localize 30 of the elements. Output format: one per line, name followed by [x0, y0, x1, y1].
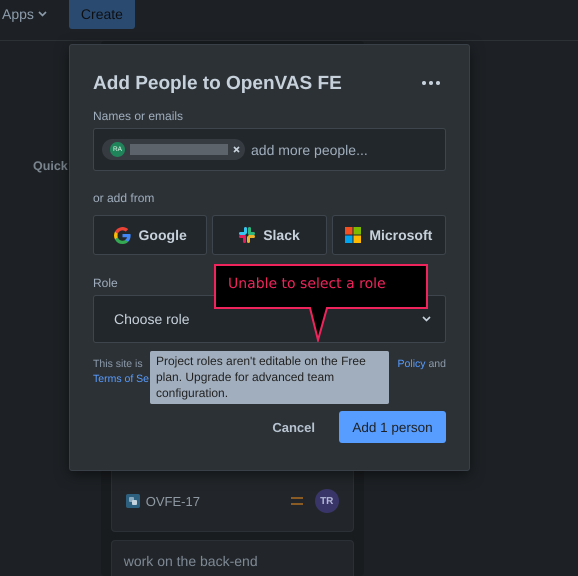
- issue-card[interactable]: work on the back-end: [110, 540, 354, 576]
- add-people-input[interactable]: add more people...: [249, 140, 437, 158]
- issue-key: OVFE-17: [146, 494, 200, 508]
- field-label: or add from: [93, 191, 154, 205]
- chevron-down-icon: [422, 316, 431, 322]
- terms-link[interactable]: Terms of Se: [93, 373, 150, 385]
- assignee-avatar: TR: [314, 489, 339, 513]
- apps-menu[interactable]: Apps: [0, 0, 47, 22]
- notice-text: and: [428, 358, 446, 370]
- policy-link[interactable]: Policy: [398, 358, 426, 370]
- callout-text: Unable to select a role: [228, 276, 386, 292]
- subtask-icon: [126, 494, 140, 508]
- cancel-button[interactable]: Cancel: [260, 411, 327, 443]
- google-icon: [114, 226, 131, 244]
- provider-button[interactable]: Slack: [212, 215, 327, 255]
- microsoft-icon: [345, 227, 362, 243]
- card-title: work on the back-end: [124, 553, 258, 569]
- close-icon[interactable]: [233, 146, 240, 153]
- chevron-down-icon: [38, 11, 47, 17]
- field-label: Names or emails: [93, 109, 184, 123]
- add-button[interactable]: Add 1 person: [339, 411, 446, 443]
- dialog-title: Add People to OpenVAS FE: [93, 73, 342, 95]
- priority-icon: [290, 497, 303, 505]
- section-heading: Quick: [33, 159, 68, 175]
- provider-button[interactable]: Microsoft: [332, 215, 446, 255]
- tooltip: Project roles aren't editable on the Free plan. Upgrade for advanced team configuration.: [150, 351, 389, 404]
- slack-icon: [239, 227, 256, 243]
- provider-button[interactable]: Google: [93, 215, 208, 255]
- field-label: Role: [93, 276, 118, 290]
- notice-text: This site is: [93, 358, 143, 370]
